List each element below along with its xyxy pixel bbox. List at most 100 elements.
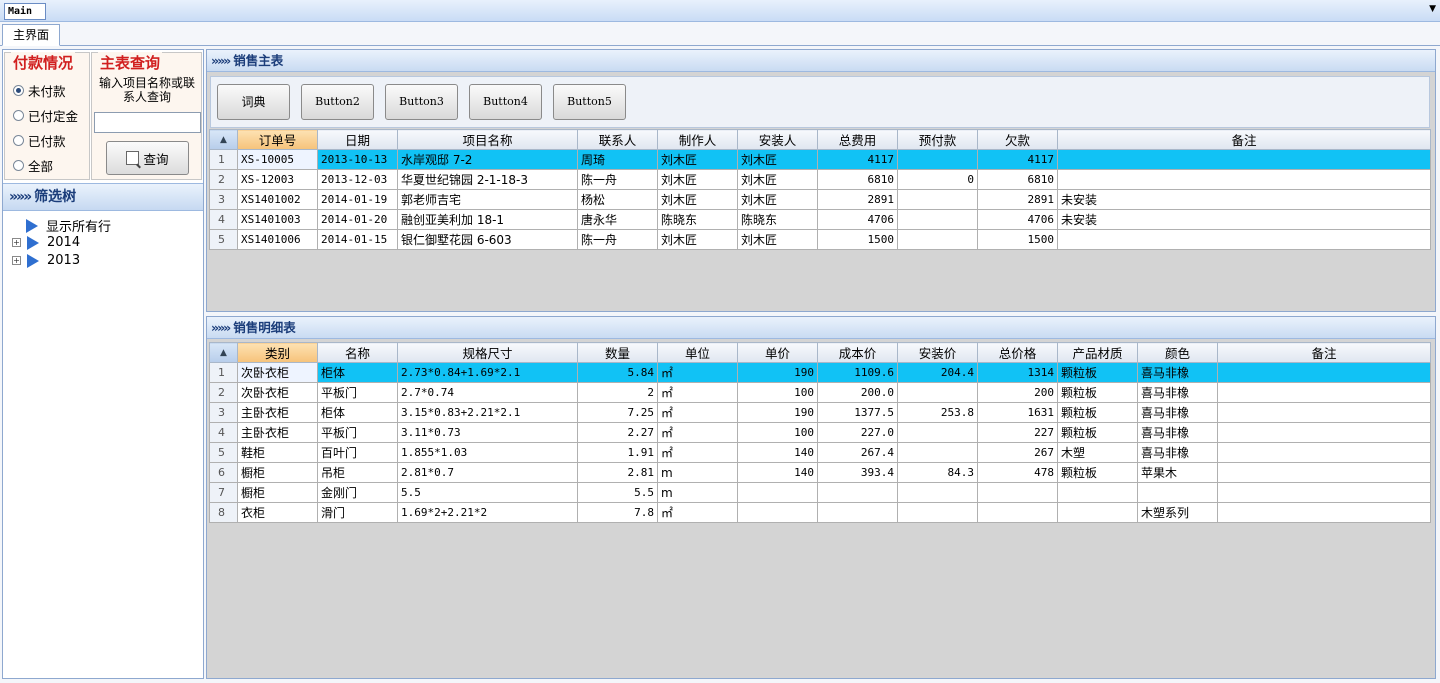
table-cell[interactable]: 190 [737, 402, 818, 423]
table-cell[interactable] [1217, 362, 1431, 383]
table-cell[interactable] [817, 482, 898, 503]
table-cell[interactable] [897, 149, 978, 170]
column-header[interactable]: 备注 [1217, 342, 1431, 363]
table-cell[interactable]: 喜马非橡 [1137, 362, 1218, 383]
table-cell[interactable]: 204.4 [897, 362, 978, 383]
table-cell[interactable]: 陈一舟 [577, 229, 658, 250]
table-cell[interactable]: 2.7*0.74 [397, 382, 578, 403]
column-header[interactable]: 类别 [237, 342, 318, 363]
table-cell[interactable]: 刘木匠 [737, 169, 818, 190]
button4[interactable]: Button4 [469, 84, 542, 120]
table-cell[interactable] [897, 382, 978, 403]
table-row[interactable]: 7 橱柜 金刚门 5.5 5.5 m [209, 482, 1431, 503]
table-cell[interactable]: 478 [977, 462, 1058, 483]
table-row[interactable]: 8 衣柜 滑门 1.69*2+2.21*2 7.8 ㎡ 木塑系列 [209, 502, 1431, 523]
table-cell[interactable]: ㎡ [657, 442, 738, 463]
table-cell[interactable]: ㎡ [657, 362, 738, 383]
row-number[interactable]: 5 [209, 229, 238, 250]
table-cell[interactable] [897, 229, 978, 250]
table-cell[interactable]: 0 [897, 169, 978, 190]
table-cell[interactable]: 84.3 [897, 462, 978, 483]
table-cell[interactable]: 200 [977, 382, 1058, 403]
table-cell[interactable]: 1.91 [577, 442, 658, 463]
table-cell[interactable]: 1.69*2+2.21*2 [397, 502, 578, 523]
row-number[interactable]: 3 [209, 189, 238, 210]
table-row[interactable]: 2 次卧衣柜 平板门 2.7*0.74 2 ㎡ 100 200.0 200 颗粒板 喜马非橡 [209, 382, 1431, 403]
dictionary-button[interactable]: 词典 [217, 84, 290, 120]
table-cell[interactable]: 水岸观邸 7-2 [397, 149, 578, 170]
table-cell[interactable]: 190 [737, 362, 818, 383]
table-cell[interactable]: 陈晓东 [737, 209, 818, 230]
tree-node-all[interactable]: 显示所有行 [26, 216, 111, 235]
table-cell[interactable] [1217, 502, 1431, 523]
table-cell[interactable]: 253.8 [897, 402, 978, 423]
table-cell[interactable]: 2014-01-20 [317, 209, 398, 230]
table-cell[interactable]: 1109.6 [817, 362, 898, 383]
column-header[interactable]: 项目名称 [397, 129, 578, 150]
radio-unpaid[interactable]: 未付款 [13, 81, 66, 100]
column-header[interactable]: 总费用 [817, 129, 898, 150]
table-cell[interactable]: 滑门 [317, 502, 398, 523]
table-cell[interactable]: 2 [577, 382, 658, 403]
radio-checked-icon[interactable] [13, 85, 24, 96]
button3[interactable]: Button3 [385, 84, 458, 120]
table-cell[interactable] [897, 189, 978, 210]
column-header[interactable]: 名称 [317, 342, 398, 363]
table-cell[interactable]: 2014-01-19 [317, 189, 398, 210]
table-cell[interactable]: 140 [737, 462, 818, 483]
row-number[interactable]: 1 [209, 362, 238, 383]
table-row[interactable]: 5 鞋柜 百叶门 1.855*1.03 1.91 ㎡ 140 267.4 267 木塑 喜马非橡 [209, 442, 1431, 463]
column-header[interactable]: 数量 [577, 342, 658, 363]
table-cell[interactable]: 周琦 [577, 149, 658, 170]
table-cell[interactable]: 主卧衣柜 [237, 402, 318, 423]
table-cell[interactable]: 227.0 [817, 422, 898, 443]
sort-indicator-icon[interactable]: ▲ [209, 342, 238, 363]
table-cell[interactable]: 227 [977, 422, 1058, 443]
table-row[interactable]: 1 XS-10005 2013-10-13 水岸观邸 7-2 周琦 刘木匠 刘木匠 4117 4… [209, 149, 1431, 170]
table-cell[interactable]: 4117 [817, 149, 898, 170]
table-cell[interactable]: 橱柜 [237, 482, 318, 503]
table-cell[interactable] [1057, 169, 1431, 190]
table-cell[interactable]: 393.4 [817, 462, 898, 483]
sort-indicator-icon[interactable]: ▲ [209, 129, 238, 150]
table-cell[interactable]: 5.5 [397, 482, 578, 503]
table-row[interactable]: 1 次卧衣柜 柜体 2.73*0.84+1.69*2.1 5.84 ㎡ 190 1109.6 2… [209, 362, 1431, 383]
table-cell[interactable]: 2.81 [577, 462, 658, 483]
tree-node-2014[interactable]: +2014 [12, 235, 80, 250]
table-cell[interactable]: 刘木匠 [737, 229, 818, 250]
radio-icon[interactable] [13, 135, 24, 146]
table-cell[interactable]: 140 [737, 442, 818, 463]
table-cell[interactable] [737, 502, 818, 523]
table-cell[interactable] [1137, 482, 1218, 503]
column-header[interactable]: 预付款 [897, 129, 978, 150]
column-header[interactable]: 联系人 [577, 129, 658, 150]
table-cell[interactable]: 6810 [817, 169, 898, 190]
table-cell[interactable]: 喜马非橡 [1137, 442, 1218, 463]
table-cell[interactable]: 200.0 [817, 382, 898, 403]
radio-icon[interactable] [13, 160, 24, 171]
table-cell[interactable]: 木塑 [1057, 442, 1138, 463]
tree-node-2013[interactable]: +2013 [12, 253, 80, 268]
table-cell[interactable]: 平板门 [317, 422, 398, 443]
table-cell[interactable]: 2.81*0.7 [397, 462, 578, 483]
table-cell[interactable]: 2.27 [577, 422, 658, 443]
main-grid[interactable]: ▲ 订单号 日期 项目名称 联系人 制作人 安装人 总费用 预付款 欠款 备注 1 XS-10005 2… [209, 129, 1431, 250]
table-cell[interactable]: 2891 [977, 189, 1058, 210]
table-cell[interactable]: m [657, 482, 738, 503]
table-cell[interactable]: XS1401006 [237, 229, 318, 250]
table-cell[interactable]: 金刚门 [317, 482, 398, 503]
table-cell[interactable]: 1314 [977, 362, 1058, 383]
radio-all[interactable]: 全部 [13, 156, 53, 175]
column-header[interactable]: 总价格 [977, 342, 1058, 363]
expand-plus-icon[interactable]: + [12, 256, 21, 265]
table-cell[interactable]: 267 [977, 442, 1058, 463]
column-header[interactable]: 规格尺寸 [397, 342, 578, 363]
row-number[interactable]: 7 [209, 482, 238, 503]
row-number[interactable]: 5 [209, 442, 238, 463]
table-cell[interactable]: 3.11*0.73 [397, 422, 578, 443]
detail-grid[interactable]: ▲ 类别 名称 规格尺寸 数量 单位 单价 成本价 安装价 总价格 产品材质 颜色 备注 1 次卧衣柜 柜体… [209, 342, 1431, 523]
table-cell[interactable]: 4706 [817, 209, 898, 230]
window-title[interactable]: Main [4, 3, 46, 20]
column-header[interactable]: 制作人 [657, 129, 738, 150]
row-number[interactable]: 2 [209, 169, 238, 190]
